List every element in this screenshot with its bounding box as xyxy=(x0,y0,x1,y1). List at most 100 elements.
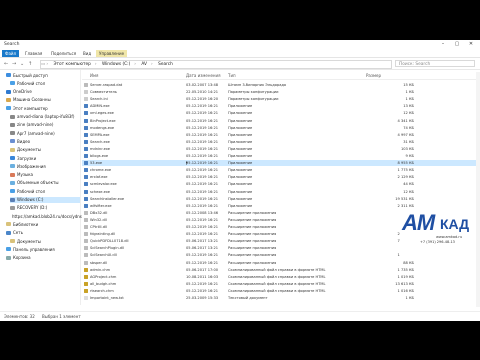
file-name: Importaint_new.txt xyxy=(90,296,124,300)
file-row[interactable]: modengs.exe 05.12.2019 16:21 Приложение 74 … xyxy=(82,125,476,131)
minimize-icon[interactable]: – xyxy=(436,41,450,48)
file-icon xyxy=(84,232,88,237)
column-date[interactable]: Дата изменения xyxy=(186,73,221,78)
file-row[interactable]: schexe.exe 05.12.2019 16:21 Приложение 12 К… xyxy=(82,189,476,195)
item-count: Элементов: 32 xyxy=(4,314,35,319)
file-name: xml.eges.exe xyxy=(90,111,114,116)
breadcrumb-item[interactable]: Windows (C:) xyxy=(102,62,130,67)
file-name: all_budgh.chm xyxy=(90,281,117,286)
tab-manage[interactable]: Управление xyxy=(96,50,128,57)
file-size: 1 019 КБ xyxy=(397,274,414,279)
file-row[interactable]: xml.eges.exe 05.12.2019 16:21 Приложение 12… xyxy=(82,110,476,116)
file-row[interactable]: all_budgh.chm 05.12.2019 16:21 Скомпилиров… xyxy=(82,281,476,287)
tab-home[interactable]: Главная xyxy=(22,50,45,57)
breadcrumb-item[interactable]: Этот компьютер xyxy=(54,62,91,67)
file-name: wlfsifter.exe xyxy=(90,203,112,208)
address-bar[interactable]: ▭ › Этот компьютер › Windows (C:) › AV › Se… xyxy=(40,60,392,69)
breadcrumb-item[interactable]: Search xyxy=(158,62,173,67)
file-date: 05.12.2019 16:21 xyxy=(186,189,219,194)
sidebar-item[interactable]: Панель управления xyxy=(6,246,80,252)
breadcrumb-item[interactable]: AV xyxy=(141,62,147,67)
file-row[interactable]: ADMIN.exe 05.12.2019 16:21 Приложение 13 КБ xyxy=(82,103,476,109)
column-size[interactable]: Размер xyxy=(366,73,381,78)
file-row[interactable]: mdninr.exe 05.12.2019 16:21 Приложение 103 … xyxy=(82,146,476,152)
chevron-down-icon[interactable]: ⌄ xyxy=(20,61,24,67)
sidebar-item[interactable]: Рабочий стол xyxy=(10,188,80,194)
search-input[interactable]: Поиск: Search xyxy=(395,60,475,67)
sidebar-item[interactable]: Машина Сюзанны xyxy=(6,97,80,103)
sidebar-item[interactable]: OneDrive xyxy=(6,89,80,95)
up-icon[interactable]: ↑ xyxy=(28,61,32,67)
sidebar-item[interactable]: Рабочий стол xyxy=(10,80,80,86)
file-row[interactable]: Search.exe 05.12.2019 16:21 Приложение 31 К… xyxy=(82,139,476,145)
tab-file[interactable]: Файл xyxy=(2,50,20,57)
file-row[interactable]: admin.chm 05.06.2017 17:00 Скомпилированны… xyxy=(82,267,476,273)
file-row[interactable]: Совместитель 22.05.2010 14:21 Параметры ко… xyxy=(82,89,476,95)
file-name: scmlevalor.exe xyxy=(90,182,117,187)
file-date: 05.12.2019 16:21 xyxy=(186,175,219,180)
file-type: Скомпилированный файл справки в формате … xyxy=(228,274,326,279)
sidebar-item[interactable]: Изображения xyxy=(10,163,80,169)
tab-share[interactable]: Поделиться xyxy=(48,50,79,57)
file-row[interactable]: SearchInstaller.exe 05.12.2019 16:21 Прило… xyxy=(82,196,476,202)
sidebar-item[interactable]: RECOVERY (D:) xyxy=(10,205,80,211)
sidebar-item[interactable]: zine (amvad-nine) xyxy=(10,122,80,128)
file-row[interactable]: erxlaf.exe 05.12.2019 16:21 Приложение 2 12… xyxy=(82,174,476,180)
sidebar-item-label: Загрузки xyxy=(17,155,37,161)
maximize-icon[interactable]: ▢ xyxy=(450,41,464,48)
sidebar-item[interactable]: Apr7 (amvad-nine) xyxy=(10,130,80,136)
file-date: 10.08.2011 16:03 xyxy=(186,274,219,279)
column-name[interactable]: Имя xyxy=(90,73,98,78)
sidebar-item-label: Рабочий стол xyxy=(17,80,46,86)
sidebar-item[interactable]: Сеть xyxy=(6,230,80,236)
sidebar-item[interactable]: Быстрый доступ xyxy=(6,72,80,78)
sidebar-item[interactable]: Этот компьютер xyxy=(6,105,80,111)
file-row[interactable]: scmlevalor.exe 05.12.2019 16:21 Приложение… xyxy=(82,181,476,187)
file-row[interactable]: chrome.exe 05.12.2019 16:21 Приложение 1 77… xyxy=(82,167,476,173)
file-size: 1 016 КБ xyxy=(397,288,414,293)
file-row[interactable]: 53.exe 05.12.2019 16:21 Приложение 8 955 КБ xyxy=(82,160,476,167)
file-date: 03.02.2007 13:48 xyxy=(186,83,219,87)
file-date: 05.12.2019 16:21 xyxy=(186,203,219,208)
file-row[interactable]: BinProject.exe 05.12.2019 16:21 Приложение… xyxy=(82,118,476,124)
mouse-cursor-icon: ⟊ xyxy=(186,160,188,167)
forward-icon[interactable]: → xyxy=(12,61,16,67)
sidebar-item[interactable]: Объемные объекты xyxy=(10,180,80,186)
sidebar-item[interactable]: Windows (C:) xyxy=(10,196,80,203)
file-date: 05.12.2019 16:21 xyxy=(186,132,219,137)
file-row[interactable]: rtsearch.chm 05.12.2019 16:21 Скомпилирова… xyxy=(82,288,476,294)
logo-site: www.amkad.ru xyxy=(436,235,463,239)
file-row[interactable]: Importaint_new.txt 25.03.2009 15:33 Тексто… xyxy=(82,295,476,301)
file-row[interactable]: Server-raspad.dat 03.02.2007 13:48 Штамп 3… xyxy=(82,82,476,88)
sidebar-item[interactable]: Видео xyxy=(10,138,80,144)
sidebar-item[interactable]: Документы xyxy=(10,238,80,244)
file-name: SEMPA.exe xyxy=(90,132,110,137)
file-type: Приложение xyxy=(228,111,253,116)
sidebar-item[interactable]: Документы xyxy=(10,147,80,153)
column-type[interactable]: Тип xyxy=(228,73,236,78)
explorer-window: Search – ▢ ✕ Файл Главная Поделиться Вид… xyxy=(0,40,480,321)
sidebar-item[interactable]: amvad-diana (laptop-ifu8i3f) xyxy=(10,114,80,120)
file-type: Текстовый документ xyxy=(228,296,268,300)
sidebar-item[interactable]: Музыка xyxy=(10,172,80,178)
file-icon xyxy=(84,146,88,151)
file-row[interactable]: Search.ini 05.12.2019 16:20 Параметры конф… xyxy=(82,96,476,102)
sidebar-item[interactable]: Загрузки xyxy=(10,155,80,161)
sidebar-item[interactable]: https://amkad.blob24.ru/docs/ydns xyxy=(10,213,82,219)
back-icon[interactable]: ← xyxy=(4,61,8,67)
file-row[interactable]: sbsper.dll 05.12.2019 16:21 Расширение при… xyxy=(82,260,476,266)
file-row[interactable]: SEMPA.exe 05.12.2019 16:21 Приложение 4 997… xyxy=(82,132,476,138)
file-row[interactable]: bilogs.exe 05.12.2019 16:21 Приложение 9 КБ xyxy=(82,153,476,159)
sidebar-item-label: Библиотеки xyxy=(13,221,39,227)
file-icon xyxy=(84,196,88,201)
sidebar-item[interactable]: Библиотеки xyxy=(6,221,80,227)
tab-view[interactable]: Вид xyxy=(80,50,94,57)
scrollbar[interactable] xyxy=(476,72,480,307)
file-name: schexe.exe xyxy=(90,189,111,194)
sidebar-item-label: Музыка xyxy=(17,172,33,178)
file-name: chrome.exe xyxy=(90,168,112,173)
sidebar-item[interactable]: Корзина xyxy=(6,255,80,261)
file-row[interactable]: wlfsifter.exe 05.12.2019 16:21 Приложение 2… xyxy=(82,203,476,209)
close-icon[interactable]: ✕ xyxy=(464,41,478,48)
file-row[interactable]: AGProject.chm 10.08.2011 16:03 Скомпилиров… xyxy=(82,274,476,280)
